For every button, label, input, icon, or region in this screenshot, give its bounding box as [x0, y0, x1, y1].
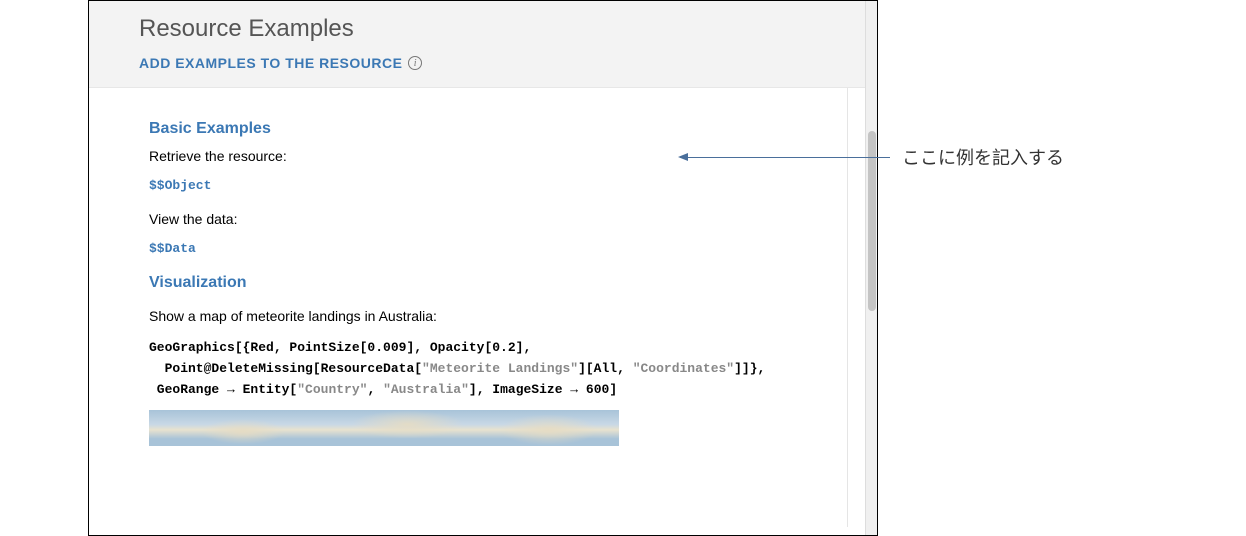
section-basic-examples: Basic Examples: [149, 120, 817, 138]
code-l2-str2: "Coordinates": [633, 361, 734, 376]
code-l3-str1: "Country": [297, 382, 367, 397]
section-visualization: Visualization: [149, 274, 817, 292]
code-l3c: ], ImageSize → 600]: [469, 382, 617, 397]
header-section: Resource Examples ADD EXAMPLES TO THE RE…: [89, 1, 877, 88]
code-l3a: GeoRange → Entity[: [149, 382, 297, 397]
code-l2a: Point@DeleteMissing[ResourceData[: [149, 361, 422, 376]
info-icon[interactable]: i: [408, 56, 422, 70]
page-title: Resource Examples: [139, 15, 827, 43]
subheader-row: ADD EXAMPLES TO THE RESOURCE i: [139, 55, 827, 71]
viz-intro: Show a map of meteorite landings in Aust…: [149, 308, 817, 324]
callout-text: ここに例を記入する: [902, 144, 1064, 170]
code-l2-str1: "Meteorite Landings": [422, 361, 578, 376]
object-placeholder[interactable]: $$Object: [149, 178, 817, 193]
document-window: Resource Examples ADD EXAMPLES TO THE RE…: [88, 0, 878, 536]
subheader-label: ADD EXAMPLES TO THE RESOURCE: [139, 55, 402, 71]
code-block[interactable]: GeoGraphics[{Red, PointSize[0.009], Opac…: [149, 338, 817, 400]
code-l1: GeoGraphics[{Red, PointSize[0.009], Opac…: [149, 340, 531, 355]
code-l2c: ]]},: [734, 361, 765, 376]
annotation-callout: ここに例を記入する: [680, 144, 1064, 170]
map-output: [149, 410, 619, 446]
code-l3-str2: "Australia": [383, 382, 469, 397]
code-l3b: ,: [367, 382, 383, 397]
callout-line: [680, 157, 890, 158]
code-l2b: ][All,: [578, 361, 633, 376]
data-placeholder[interactable]: $$Data: [149, 241, 817, 256]
scrollbar-track[interactable]: [865, 1, 878, 535]
arrow-left-icon: [678, 153, 688, 161]
view-text: View the data:: [149, 211, 817, 227]
